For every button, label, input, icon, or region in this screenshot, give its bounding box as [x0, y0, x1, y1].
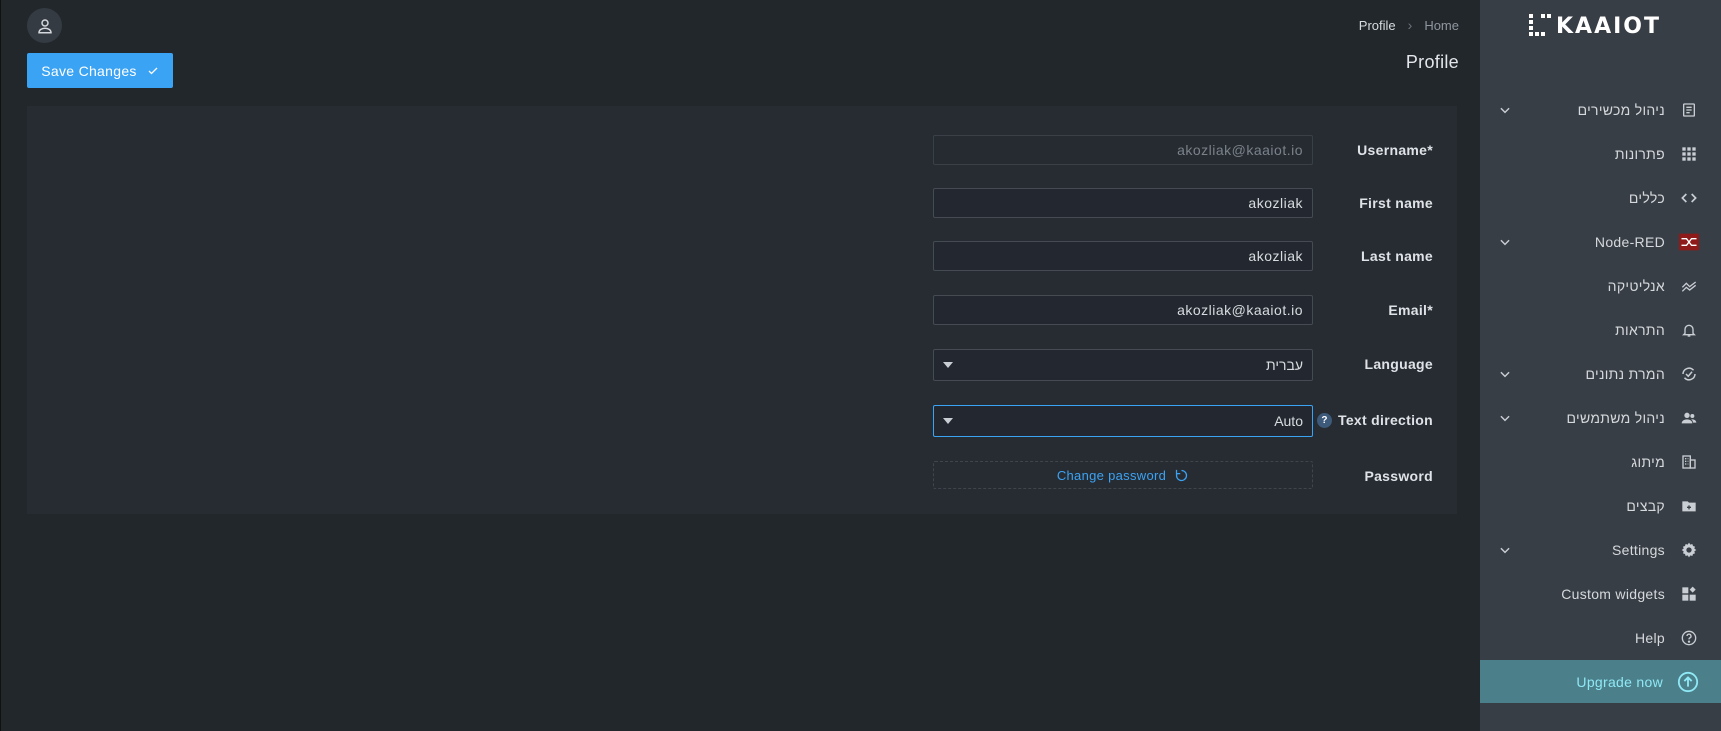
text-direction-row: Auto ? Text direction [27, 405, 1457, 437]
chevron-down-icon [1500, 107, 1510, 114]
main-content: Save Changes Profile › Home Profile User… [0, 0, 1480, 731]
sidebar-item-settings[interactable]: Settings [1480, 528, 1721, 572]
sidebar-item-label: המרת נתונים [1585, 366, 1665, 382]
text-direction-label-text: Text direction [1338, 412, 1433, 428]
bell-icon [1679, 320, 1699, 340]
language-select[interactable]: עברית [933, 349, 1313, 381]
username-row: Username* [27, 135, 1457, 167]
email-required-mark: * [1427, 302, 1433, 318]
sidebar-item-label: כללים [1628, 190, 1665, 206]
node-red-icon [1679, 232, 1699, 252]
sidebar-item-alerts[interactable]: התראות [1480, 308, 1721, 352]
change-password-button[interactable]: Change password [933, 461, 1313, 489]
devices-icon [1679, 100, 1699, 120]
help-circle-icon [1679, 628, 1699, 648]
person-icon [37, 18, 52, 33]
text-direction-select[interactable]: Auto [933, 405, 1313, 437]
sidebar-item-device-management[interactable]: ניהול מכשירים [1480, 88, 1721, 132]
first-name-row: First name [27, 188, 1457, 220]
reset-icon [1176, 469, 1188, 481]
analytics-icon [1679, 276, 1699, 296]
logo-text: KAAIOT [1556, 13, 1661, 39]
caret-down-icon [943, 418, 953, 424]
sidebar-item-label: Node-RED [1594, 234, 1665, 250]
save-changes-button[interactable]: Save Changes [27, 53, 173, 88]
text-direction-value: Auto [1274, 413, 1303, 429]
building-icon [1679, 452, 1699, 472]
sidebar-item-node-red[interactable]: Node-RED [1480, 220, 1721, 264]
sidebar-item-label: אנליטיקה [1607, 278, 1665, 294]
upgrade-now-button[interactable]: Upgrade now [1480, 660, 1721, 703]
email-field[interactable] [933, 295, 1313, 325]
first-name-label: First name [1359, 195, 1433, 211]
sidebar-item-files[interactable]: קבצים [1480, 484, 1721, 528]
caret-down-icon [943, 362, 953, 368]
sync-icon [1679, 364, 1699, 384]
breadcrumb-home[interactable]: Home [1424, 18, 1459, 33]
username-label: Username * [1357, 135, 1433, 165]
last-name-field[interactable] [933, 241, 1313, 271]
sidebar-item-label: מיתוג [1631, 454, 1665, 470]
username-field[interactable] [933, 135, 1313, 165]
sidebar-item-data-conversion[interactable]: המרת נתונים [1480, 352, 1721, 396]
apps-grid-icon [1679, 144, 1699, 164]
user-avatar[interactable] [27, 8, 62, 43]
username-label-text: Username [1357, 142, 1428, 158]
save-changes-label: Save Changes [41, 62, 137, 79]
profile-form-card: Username* First name Last name Email* עב… [27, 106, 1457, 514]
sidebar-item-label: Settings [1612, 542, 1665, 558]
email-label-text: Email [1388, 302, 1428, 318]
sidebar-item-label: Help [1635, 630, 1665, 646]
logo-mark-icon [1529, 14, 1551, 36]
arrow-up-circle-icon [1677, 671, 1699, 692]
password-row: Change password Password [27, 461, 1457, 493]
page-title: Profile [1405, 52, 1459, 72]
sidebar-item-help[interactable]: Help [1480, 616, 1721, 660]
sidebar-item-branding[interactable]: מיתוג [1480, 440, 1721, 484]
last-name-row: Last name [27, 241, 1457, 273]
breadcrumb-current: Profile [1358, 17, 1396, 33]
sidebar: KAAIOT ניהול מכשירים פתרונות כללים Node-… [1480, 0, 1721, 731]
sidebar-item-solutions[interactable]: פתרונות [1480, 132, 1721, 176]
change-password-label: Change password [1056, 467, 1167, 483]
language-row: עברית Language [27, 349, 1457, 381]
sidebar-item-user-management[interactable]: ניהול משתמשים [1480, 396, 1721, 440]
sidebar-item-label: ניהול מכשירים [1577, 102, 1665, 118]
widgets-icon [1679, 584, 1699, 604]
help-question-icon[interactable]: ? [1317, 412, 1333, 428]
first-name-field[interactable] [933, 188, 1313, 218]
sidebar-item-label: קבצים [1626, 498, 1665, 514]
upgrade-now-label: Upgrade now [1576, 673, 1663, 690]
chevron-right-icon: › [1407, 17, 1413, 33]
sidebar-item-label: פתרונות [1614, 146, 1665, 162]
chevron-down-icon [1500, 547, 1510, 554]
sidebar-item-label: ניהול משתמשים [1566, 410, 1665, 426]
username-required-mark: * [1427, 142, 1433, 158]
sidebar-nav: ניהול מכשירים פתרונות כללים Node-RED אנל… [1480, 88, 1721, 660]
users-icon [1679, 408, 1699, 428]
sidebar-item-label: התראות [1615, 322, 1665, 338]
language-label: Language [1364, 356, 1433, 372]
sidebar-item-rules[interactable]: כללים [1480, 176, 1721, 220]
chevron-down-icon [1500, 415, 1510, 422]
check-icon [148, 67, 158, 74]
breadcrumb: Profile › Home [1359, 17, 1459, 33]
sidebar-item-label: Custom widgets [1561, 586, 1665, 602]
email-row: Email* [27, 295, 1457, 327]
chevron-down-icon [1500, 371, 1510, 378]
password-label: Password [1364, 468, 1433, 484]
sidebar-item-analytics[interactable]: אנליטיקה [1480, 264, 1721, 308]
kaaiot-logo[interactable]: KAAIOT [1528, 13, 1661, 39]
folder-icon [1679, 496, 1699, 516]
code-icon [1679, 188, 1699, 208]
chevron-down-icon [1500, 239, 1510, 246]
language-value: עברית [1265, 357, 1303, 373]
email-label: Email * [1388, 295, 1433, 325]
sidebar-item-custom-widgets[interactable]: Custom widgets [1480, 572, 1721, 616]
last-name-label: Last name [1361, 248, 1433, 264]
gear-icon [1679, 540, 1699, 560]
text-direction-label: ? Text direction [1317, 405, 1433, 435]
